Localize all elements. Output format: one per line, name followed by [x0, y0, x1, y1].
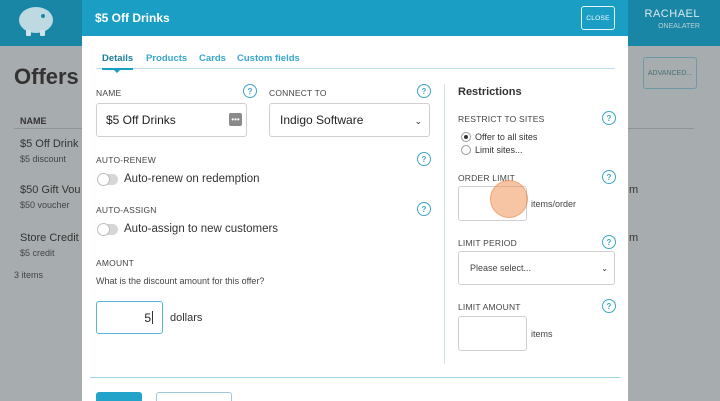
table-row[interactable]: Store Credit $5 credit	[20, 232, 79, 258]
amount-unit: dollars	[170, 312, 203, 324]
offer-name: $5 Off Drink	[20, 138, 79, 150]
auto-assign-label: AUTO-ASSIGN	[96, 205, 157, 215]
auto-renew-help-icon[interactable]: ?	[417, 152, 431, 166]
column-header-name: NAME	[20, 116, 47, 126]
save-button[interactable]	[96, 392, 142, 401]
chevron-down-icon: ⌄	[601, 264, 608, 273]
tab-divider	[96, 68, 615, 69]
offer-description: $50 voucher	[20, 200, 70, 210]
offer-name: Store Credit	[20, 232, 79, 244]
amount-input[interactable]: 5	[96, 301, 163, 334]
advanced-button[interactable]: ADVANCED...	[643, 57, 697, 89]
cancel-button[interactable]	[156, 392, 232, 401]
offer-modal: $5 Off Drinks CLOSE Details Products Car…	[82, 0, 628, 401]
limit-period-placeholder: Please select...	[470, 263, 532, 273]
footer-divider	[90, 377, 620, 378]
auto-renew-text: Auto-renew on redemption	[124, 173, 260, 185]
restrict-sites-help-icon[interactable]: ?	[602, 111, 616, 125]
auto-assign-toggle[interactable]	[97, 223, 118, 236]
name-help-icon[interactable]: ?	[243, 84, 257, 98]
order-limit-help-icon[interactable]: ?	[602, 170, 616, 184]
limit-period-help-icon[interactable]: ?	[602, 235, 616, 249]
restrictions-title: Restrictions	[458, 86, 522, 98]
limit-amount-label: LIMIT AMOUNT	[458, 302, 521, 312]
connect-label: CONNECT TO	[269, 88, 327, 98]
limit-sites-text: Limit sites...	[475, 145, 523, 155]
amount-question: What is the discount amount for this off…	[96, 276, 265, 286]
tab-products[interactable]: Products	[146, 53, 187, 64]
modal-header: $5 Off Drinks CLOSE	[82, 0, 628, 36]
limit-sites-radio[interactable]	[461, 145, 471, 155]
connect-value: Indigo Software	[280, 113, 364, 127]
amount-value: 5	[144, 310, 151, 325]
close-button[interactable]: CLOSE	[581, 6, 615, 30]
tab-cards[interactable]: Cards	[199, 53, 226, 64]
offer-description: $5 discount	[20, 154, 67, 164]
auto-renew-label: AUTO-RENEW	[96, 155, 156, 165]
table-row[interactable]: $50 Gift Vou $50 voucher	[20, 184, 81, 210]
limit-period-select[interactable]: Please select... ⌄	[458, 251, 615, 285]
row-extra-text: m	[629, 232, 639, 244]
restrict-sites-label: RESTRICT TO SITES	[458, 114, 545, 124]
name-input[interactable]: $5 Off Drinks	[96, 103, 247, 137]
user-company: ONEALATER	[658, 23, 700, 30]
active-tab-pointer	[113, 69, 121, 73]
order-limit-unit: items/order	[531, 199, 577, 209]
tab-details[interactable]: Details	[102, 53, 133, 64]
chevron-down-icon: ⌄	[414, 116, 422, 126]
amount-label: AMOUNT	[96, 258, 135, 268]
piggy-bank-logo-icon	[19, 7, 53, 36]
table-row[interactable]: $5 Off Drink $5 discount	[20, 138, 79, 164]
user-name: RACHAEL	[644, 8, 700, 20]
offer-all-sites-radio[interactable]	[461, 132, 471, 142]
name-value: $5 Off Drinks	[106, 113, 176, 127]
connect-help-icon[interactable]: ?	[417, 84, 431, 98]
offer-all-sites-text: Offer to all sites	[475, 132, 538, 142]
offer-name: $50 Gift Vou	[20, 184, 81, 196]
page-title: Offers	[14, 64, 79, 89]
auto-assign-text: Auto-assign to new customers	[124, 223, 279, 235]
limit-amount-input[interactable]	[458, 316, 527, 351]
auto-renew-toggle[interactable]	[97, 173, 118, 186]
column-divider	[444, 84, 445, 364]
row-extra-text: m	[629, 184, 639, 196]
name-label: NAME	[96, 88, 122, 98]
limit-amount-help-icon[interactable]: ?	[602, 299, 616, 313]
text-caret	[152, 311, 153, 324]
connect-select[interactable]: Indigo Software ⌄	[269, 103, 430, 137]
click-cursor-indicator	[490, 180, 528, 218]
tab-custom-fields[interactable]: Custom fields	[237, 53, 300, 64]
auto-assign-help-icon[interactable]: ?	[417, 202, 431, 216]
limit-amount-unit: items	[531, 329, 553, 339]
items-count: 3 items	[14, 270, 44, 280]
modal-title: $5 Off Drinks	[95, 11, 170, 25]
offer-description: $5 credit	[20, 248, 55, 258]
limit-period-label: LIMIT PERIOD	[458, 238, 517, 248]
more-options-icon[interactable]: •••	[229, 113, 242, 126]
user-menu[interactable]: RACHAEL ONEALATER	[645, 8, 700, 30]
